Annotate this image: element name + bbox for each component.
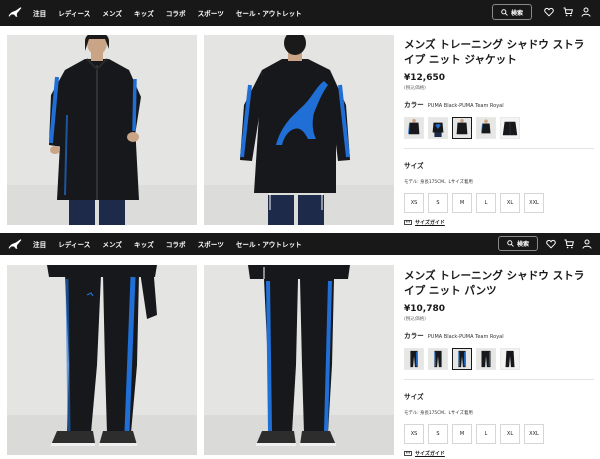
- header-bar: 注目 レディース メンズ キッズ コラボ スポーツ セール・アウトレット 検索: [0, 233, 600, 255]
- size-option-m[interactable]: M: [452, 193, 472, 213]
- product-page-jacket: 注目 レディース メンズ キッズ コラボ スポーツ セール・アウトレット 検索: [0, 0, 600, 232]
- product-title: メンズ トレーニング シャドウ ストライプ ニット パンツ: [404, 270, 585, 297]
- color-swatch[interactable]: [500, 117, 520, 139]
- header-bar: 注目 レディース メンズ キッズ コラボ スポーツ セール・アウトレット 検索: [0, 0, 600, 26]
- size-label: サイズ: [404, 393, 424, 401]
- product-title: メンズ トレーニング シャドウ ストライプ ニット ジャケット: [404, 39, 585, 66]
- product-image-front[interactable]: [7, 265, 197, 455]
- search-button[interactable]: 検索: [492, 4, 532, 20]
- nav-item-sports[interactable]: スポーツ: [198, 239, 224, 249]
- product-image-back[interactable]: [204, 265, 394, 455]
- cart-icon[interactable]: [564, 239, 574, 249]
- size-option-l[interactable]: L: [476, 424, 496, 444]
- size-option-xxl[interactable]: XXL: [524, 193, 544, 213]
- size-options: XS S M L XL XXL: [404, 193, 594, 213]
- wishlist-heart-icon[interactable]: [544, 7, 554, 17]
- user-account-icon[interactable]: [582, 239, 592, 249]
- color-swatches: [404, 348, 594, 370]
- color-label: カラー: [404, 101, 424, 109]
- model-note: モデル: 身長175CM、Lサイズ着用: [404, 180, 473, 185]
- product-info-pants: メンズ トレーニング シャドウ ストライプ ニット パンツ ¥10,780 (税…: [404, 269, 594, 457]
- size-guide-link[interactable]: サイズガイド: [404, 219, 594, 226]
- ruler-icon: [404, 220, 412, 225]
- color-value: PUMA Black-PUMA Team Royal: [427, 334, 504, 340]
- nav-item-sports[interactable]: スポーツ: [198, 8, 224, 18]
- color-swatches: [404, 117, 594, 139]
- product-image-back[interactable]: [204, 35, 394, 225]
- color-swatch[interactable]: [428, 348, 448, 370]
- nav-item-sale[interactable]: セール・アウトレット: [236, 239, 302, 249]
- nav-item-women[interactable]: レディース: [58, 8, 90, 18]
- nav-item-men[interactable]: メンズ: [102, 239, 122, 249]
- size-option-m[interactable]: M: [452, 424, 472, 444]
- color-swatch[interactable]: [476, 348, 496, 370]
- nav-item-women[interactable]: レディース: [58, 239, 90, 249]
- wishlist-heart-icon[interactable]: [546, 239, 556, 249]
- model-note: モデル: 身長175CM、Lサイズ着用: [404, 411, 473, 416]
- size-guide-label: サイズガイド: [415, 451, 445, 457]
- color-swatch[interactable]: [476, 117, 496, 139]
- size-option-xs[interactable]: XS: [404, 193, 424, 213]
- size-option-s[interactable]: S: [428, 424, 448, 444]
- tax-note: (税込価格): [404, 317, 426, 322]
- color-label: カラー: [404, 332, 424, 340]
- search-button[interactable]: 検索: [498, 236, 538, 251]
- color-swatch[interactable]: [500, 348, 520, 370]
- size-guide-label: サイズガイド: [415, 220, 445, 226]
- product-price: ¥10,780: [404, 304, 445, 314]
- size-guide-link[interactable]: サイズガイド: [404, 450, 594, 457]
- search-label: 検索: [516, 241, 529, 248]
- main-nav: 注目 レディース メンズ キッズ コラボ スポーツ セール・アウトレット: [33, 233, 314, 255]
- nav-item-kids[interactable]: キッズ: [134, 8, 154, 18]
- size-label: サイズ: [404, 162, 424, 170]
- product-page-pants: 注目 レディース メンズ キッズ コラボ スポーツ セール・アウトレット 検索: [0, 233, 600, 459]
- nav-item-collab[interactable]: コラボ: [166, 8, 186, 18]
- nav-item-featured[interactable]: 注目: [33, 8, 46, 18]
- color-swatch[interactable]: [428, 117, 448, 139]
- product-info-jacket: メンズ トレーニング シャドウ ストライプ ニット ジャケット ¥12,650 …: [404, 38, 594, 226]
- nav-item-kids[interactable]: キッズ: [134, 239, 154, 249]
- nav-item-collab[interactable]: コラボ: [166, 239, 186, 249]
- search-label: 検索: [510, 9, 523, 17]
- size-option-l[interactable]: L: [476, 193, 496, 213]
- tax-note: (税込価格): [404, 86, 426, 91]
- nav-item-sale[interactable]: セール・アウトレット: [236, 8, 302, 18]
- color-row: カラー PUMA Black-PUMA Team Royal: [404, 330, 594, 340]
- size-option-xs[interactable]: XS: [404, 424, 424, 444]
- color-value: PUMA Black-PUMA Team Royal: [427, 103, 504, 109]
- color-swatch-selected[interactable]: [452, 117, 472, 139]
- search-icon: [501, 8, 508, 16]
- divider: [404, 379, 594, 380]
- ruler-icon: [404, 451, 412, 456]
- size-option-xxl[interactable]: XXL: [524, 424, 544, 444]
- product-price: ¥12,650: [404, 73, 445, 83]
- search-icon: [507, 240, 514, 247]
- color-row: カラー PUMA Black-PUMA Team Royal: [404, 99, 594, 109]
- nav-item-men[interactable]: メンズ: [102, 8, 122, 18]
- color-swatch-selected[interactable]: [452, 348, 472, 370]
- user-account-icon[interactable]: [581, 7, 591, 17]
- color-swatch[interactable]: [404, 117, 424, 139]
- product-image-front[interactable]: [7, 35, 197, 225]
- puma-logo-icon[interactable]: [7, 237, 23, 251]
- size-options: XS S M L XL XXL: [404, 424, 594, 444]
- nav-item-featured[interactable]: 注目: [33, 239, 46, 249]
- cart-icon[interactable]: [563, 7, 573, 17]
- size-option-xl[interactable]: XL: [500, 193, 520, 213]
- main-nav: 注目 レディース メンズ キッズ コラボ スポーツ セール・アウトレット: [33, 0, 314, 26]
- puma-logo-icon[interactable]: [7, 5, 23, 19]
- size-option-xl[interactable]: XL: [500, 424, 520, 444]
- color-swatch[interactable]: [404, 348, 424, 370]
- size-option-s[interactable]: S: [428, 193, 448, 213]
- divider: [404, 148, 594, 149]
